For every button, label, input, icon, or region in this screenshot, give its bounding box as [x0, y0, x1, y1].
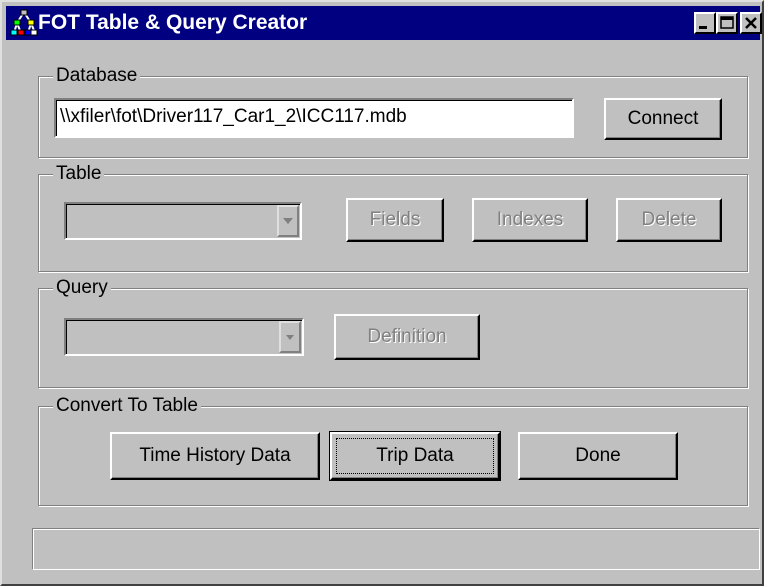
database-legend: Database [53, 63, 141, 89]
table-dropdown-button[interactable] [277, 205, 299, 237]
query-select[interactable] [64, 318, 304, 356]
definition-button-label: Definition [367, 326, 447, 347]
time-history-data-button[interactable]: Time History Data [110, 432, 320, 480]
app-tree-icon[interactable] [10, 9, 38, 37]
app-window: FOT Table & Query Creator Database \\xfi… [0, 0, 764, 586]
minimize-icon [696, 14, 714, 32]
maximize-icon [718, 14, 736, 32]
delete-button-label: Delete [641, 209, 697, 230]
connect-button[interactable]: Connect [604, 98, 722, 140]
close-icon [742, 14, 760, 32]
title-bar[interactable]: FOT Table & Query Creator [6, 6, 762, 40]
table-select[interactable] [64, 202, 302, 240]
focus-rectangle [336, 438, 494, 474]
trip-data-button[interactable]: Trip Data [329, 431, 501, 481]
fields-button[interactable]: Fields [346, 198, 444, 242]
indexes-button-label: Indexes [496, 209, 564, 230]
done-button[interactable]: Done [518, 432, 678, 480]
chevron-down-icon [284, 328, 296, 346]
connect-button-label: Connect [627, 108, 699, 129]
query-dropdown-button[interactable] [279, 321, 301, 353]
close-button[interactable] [740, 12, 762, 34]
delete-button[interactable]: Delete [616, 198, 722, 242]
table-legend: Table [53, 161, 105, 187]
convert-legend: Convert To Table [53, 393, 201, 419]
maximize-button[interactable] [716, 12, 738, 34]
indexes-button[interactable]: Indexes [472, 198, 588, 242]
chevron-down-icon [282, 212, 294, 230]
minimize-button[interactable] [694, 12, 716, 34]
definition-button[interactable]: Definition [334, 314, 480, 360]
fields-button-label: Fields [369, 209, 421, 230]
done-label: Done [575, 445, 621, 466]
window-title: FOT Table & Query Creator [38, 11, 308, 34]
status-bar [32, 528, 760, 570]
query-legend: Query [53, 275, 111, 301]
database-path-input[interactable]: \\xfiler\fot\Driver117_Car1_2\ICC117.mdb [54, 98, 574, 138]
time-history-data-label: Time History Data [139, 445, 291, 466]
